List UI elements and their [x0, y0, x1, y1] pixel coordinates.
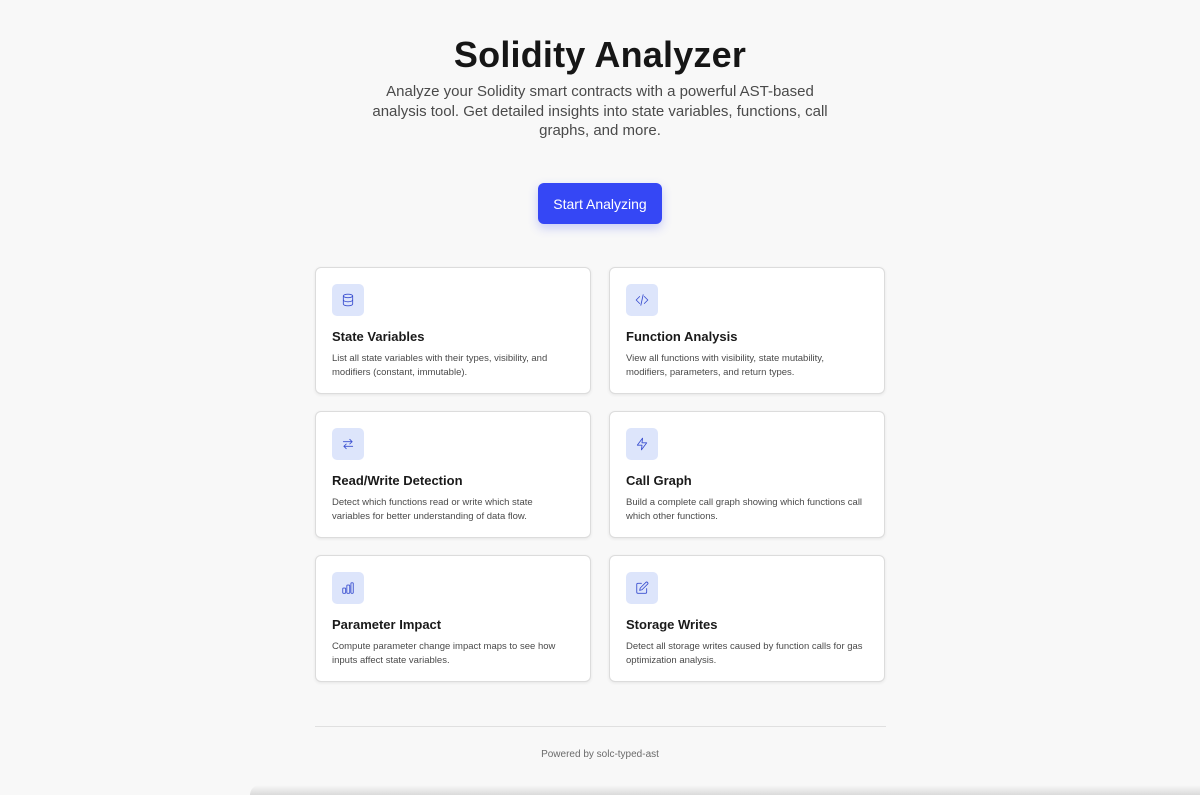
code-icon	[626, 284, 658, 316]
page-title: Solidity Analyzer	[453, 34, 747, 75]
feature-card-call-graph: Call Graph Build a complete call graph s…	[609, 411, 885, 538]
feature-title: Parameter Impact	[332, 617, 442, 632]
lightning-icon	[626, 428, 658, 460]
feature-description: Compute parameter change impact maps to …	[332, 641, 556, 666]
feature-card-function-analysis: Function Analysis View all functions wit…	[609, 267, 885, 394]
feature-title: Storage Writes	[626, 617, 718, 632]
feature-description: Detect all storage writes caused by func…	[626, 641, 863, 666]
feature-title: Call Graph	[626, 473, 692, 488]
feature-title: Read/Write Detection	[332, 473, 463, 488]
footer-text: Powered by solc-typed-ast	[541, 749, 659, 760]
feature-description: View all functions with visibility, stat…	[626, 353, 824, 378]
database-icon	[332, 284, 364, 316]
hero-subtitle: Analyze your Solidity smart contracts wi…	[372, 83, 828, 139]
feature-card-storage-writes: Storage Writes Detect all storage writes…	[609, 555, 885, 682]
feature-title: Function Analysis	[626, 329, 738, 344]
feature-title: State Variables	[332, 329, 425, 344]
edit-icon	[626, 572, 658, 604]
footer-divider	[315, 726, 886, 727]
feature-description: List all state variables with their type…	[332, 353, 548, 378]
feature-description: Detect which functions read or write whi…	[332, 497, 533, 522]
feature-card-parameter-impact: Parameter Impact Compute parameter chang…	[315, 555, 591, 682]
feature-description: Build a complete call graph showing whic…	[626, 497, 863, 522]
bottom-shadow	[250, 785, 1200, 795]
feature-card-state-variables: State Variables List all state variables…	[315, 267, 591, 394]
start-analyzing-button[interactable]: Start Analyzing	[538, 183, 662, 224]
landing-page: Solidity Analyzer Analyze your Solidity …	[0, 0, 1200, 795]
arrows-swap-icon	[332, 428, 364, 460]
feature-card-read-write-detection: Read/Write Detection Detect which functi…	[315, 411, 591, 538]
bar-chart-icon	[332, 572, 364, 604]
